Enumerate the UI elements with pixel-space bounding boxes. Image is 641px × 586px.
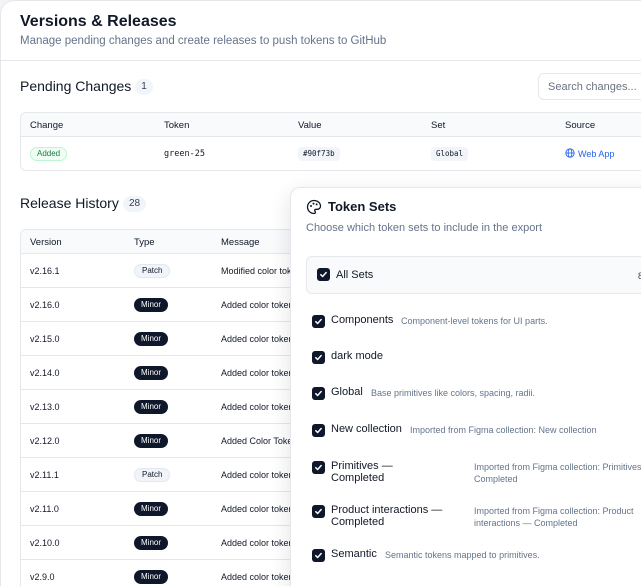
search-changes-input[interactable]: [539, 74, 641, 99]
token-set-name: Global: [331, 386, 363, 398]
token-set-description: Base primitives like colors, spacing, ra…: [371, 388, 536, 398]
release-version: v2.12.0: [30, 436, 60, 446]
all-sets-checkbox[interactable]: [317, 268, 330, 281]
change-type-badge: Added: [30, 147, 68, 161]
check-icon: [315, 427, 322, 434]
release-count-badge: 28: [123, 196, 147, 212]
token-set-description: Imported from Figma collection: New coll…: [410, 425, 597, 435]
release-message: Added color token: [221, 470, 294, 480]
release-message: Added color token: [221, 504, 294, 514]
col-version: Version: [30, 237, 62, 248]
check-icon: [315, 508, 322, 515]
release-message: Added Color Toke: [221, 436, 293, 446]
release-version: v2.13.0: [30, 402, 60, 412]
check-icon: [320, 271, 327, 278]
token-set-name: dark mode: [331, 350, 383, 362]
release-version: v2.11.0: [30, 504, 59, 514]
token-set-description: Imported from Figma collection: Primitiv…: [474, 462, 641, 484]
versions-card: Versions & Releases Manage pending chang…: [0, 0, 641, 586]
col-type: Type: [134, 237, 155, 248]
token-name: green-25: [164, 149, 205, 159]
release-version: v2.16.1: [30, 266, 60, 276]
check-icon: [315, 318, 322, 325]
pending-changes-table: Change Token Value Set Source Added gree…: [20, 112, 641, 171]
page-title: Versions & Releases: [20, 13, 177, 30]
release-version: v2.9.0: [30, 572, 55, 582]
release-version: v2.10.0: [30, 538, 60, 548]
token-set-name: New collection: [331, 423, 402, 435]
col-source: Source: [565, 120, 596, 131]
release-message: Added color token: [221, 334, 294, 344]
release-type-badge: Minor: [134, 366, 169, 380]
col-value: Value: [298, 120, 322, 131]
token-set-checkbox[interactable]: [312, 505, 325, 518]
col-token: Token: [164, 120, 190, 131]
token-set-checkbox[interactable]: [312, 549, 325, 562]
release-type-badge: Minor: [134, 298, 169, 312]
token-set-checkbox[interactable]: [312, 387, 325, 400]
release-message: Added color token: [221, 402, 294, 412]
release-type-badge: Minor: [134, 434, 169, 448]
release-type-badge: Minor: [134, 502, 169, 516]
pending-count-badge: 1: [135, 79, 153, 95]
token-set: Global: [431, 147, 469, 161]
token-set-name: Semantic: [331, 548, 377, 560]
token-set-name: Components: [331, 314, 394, 326]
release-message: Added color token: [221, 300, 294, 310]
release-type-badge: Patch: [134, 468, 171, 482]
release-type-badge: Minor: [134, 536, 169, 550]
token-set-checkbox[interactable]: [312, 461, 325, 474]
release-type-badge: Minor: [134, 400, 169, 414]
token-set-name: Primitives — Completed: [331, 460, 393, 484]
release-history-title: Release History: [20, 195, 119, 211]
check-icon: [315, 390, 322, 397]
token-value: #90f73b: [298, 147, 340, 161]
release-type-badge: Patch: [134, 264, 171, 278]
token-sets-title: Token Sets: [328, 199, 397, 214]
pending-changes-title: Pending Changes: [20, 78, 132, 94]
release-message: Added color token: [221, 538, 294, 548]
all-sets-row[interactable]: All Sets 8: [306, 256, 641, 294]
source-label: Web App: [578, 149, 615, 159]
globe-icon: [565, 148, 575, 160]
check-icon: [315, 552, 322, 559]
col-change: Change: [30, 120, 64, 131]
release-version: v2.14.0: [30, 368, 60, 378]
token-set-name: Product interactions — Completed: [331, 504, 443, 528]
check-icon: [315, 354, 322, 361]
token-sets-panel: Token Sets Choose which token sets to in…: [290, 187, 641, 586]
all-sets-label: All Sets: [336, 269, 374, 281]
release-version: v2.15.0: [30, 334, 60, 344]
release-version: v2.11.1: [30, 470, 59, 480]
page-subtitle: Manage pending changes and create releas…: [20, 35, 387, 47]
token-set-checkbox[interactable]: [312, 424, 325, 437]
release-message: Added color token: [221, 572, 294, 582]
release-message: Modified color tok: [221, 266, 292, 276]
token-set-checkbox[interactable]: [312, 351, 325, 364]
col-message: Message: [221, 237, 260, 248]
token-set-description: Semantic tokens mapped to primitives.: [385, 550, 540, 560]
release-type-badge: Minor: [134, 332, 169, 346]
release-type-badge: Minor: [134, 570, 169, 584]
header-divider: [1, 60, 641, 61]
palette-icon: [306, 199, 322, 220]
token-set-checkbox[interactable]: [312, 315, 325, 328]
token-sets-description: Choose which token sets to include in th…: [306, 222, 543, 234]
table-row[interactable]: Added green-25 #90f73b Global Web App: [21, 137, 641, 170]
check-icon: [315, 464, 322, 471]
release-message: Added color token: [221, 368, 294, 378]
pending-table-header: Change Token Value Set Source: [21, 113, 641, 137]
release-version: v2.16.0: [30, 300, 60, 310]
col-set: Set: [431, 120, 446, 131]
source-link[interactable]: Web App: [565, 148, 614, 160]
token-set-description: Imported from Figma collection: Product …: [474, 506, 634, 528]
search-changes-field[interactable]: [538, 73, 641, 100]
token-set-description: Component-level tokens for UI parts.: [401, 316, 548, 326]
